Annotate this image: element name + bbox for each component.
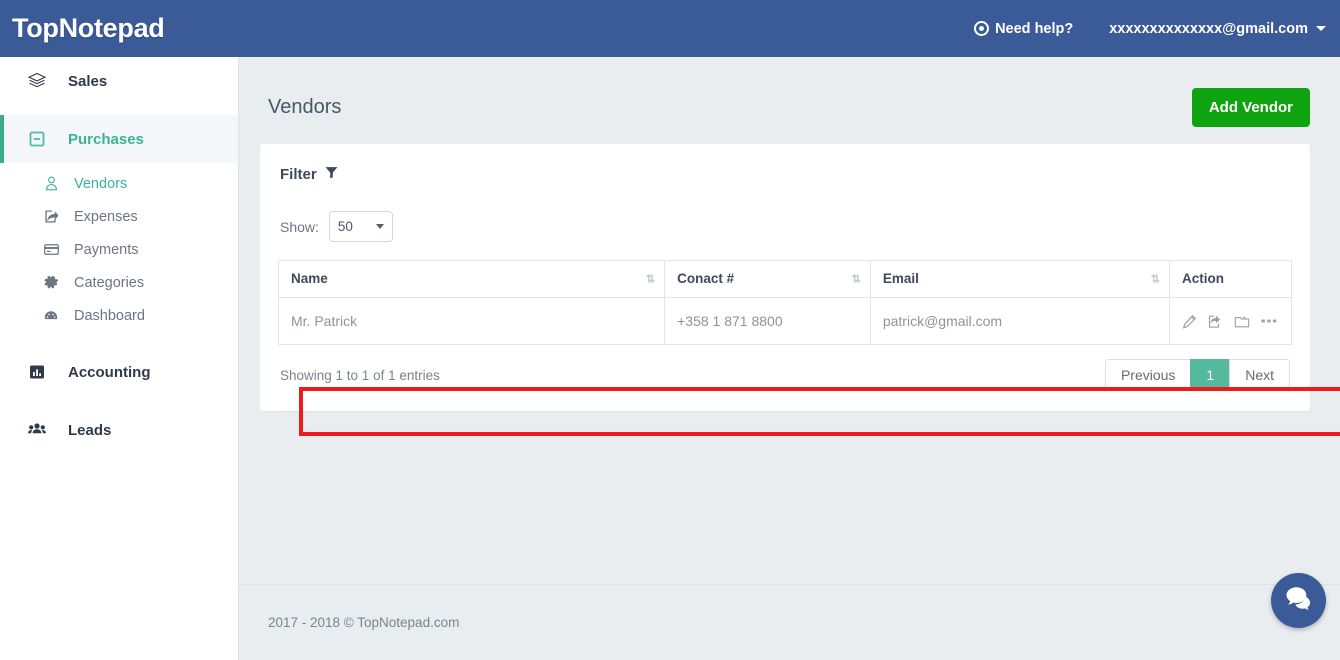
show-entries-row: Show: 50	[278, 211, 1292, 242]
sidebar-label-payments: Payments	[74, 242, 138, 258]
sidebar-label-purchases: Purchases	[68, 131, 144, 148]
sidebar-group-purchases: Purchases Vendors	[0, 115, 238, 338]
chat-bubbles-icon	[1284, 585, 1314, 616]
funnel-icon	[325, 166, 338, 183]
logo-text-top: Top	[12, 13, 59, 43]
column-label-contact: Conact #	[677, 271, 734, 286]
sidebar-item-payments[interactable]: Payments	[0, 233, 238, 266]
column-label-email: Email	[883, 271, 919, 286]
sidebar-label-accounting: Accounting	[68, 364, 151, 381]
cell-contact: +358 1 871 8800	[665, 298, 871, 345]
chevron-down-icon	[1316, 26, 1326, 31]
pagination-next[interactable]: Next	[1229, 359, 1290, 391]
sort-arrows-icon: ⇅	[646, 273, 654, 286]
sidebar-item-accounting[interactable]: Accounting	[0, 348, 238, 396]
credit-card-icon	[40, 241, 62, 258]
show-entries-select[interactable]: 50	[329, 211, 393, 242]
app-logo[interactable]: TopNotepad	[12, 13, 164, 44]
nav-spacer-2	[0, 338, 238, 348]
top-header-bar: TopNotepad Need help? xxxxxxxxxxxxxx@gma…	[0, 0, 1340, 57]
nav-spacer-1	[0, 105, 238, 115]
sidebar-label-sales: Sales	[68, 73, 107, 90]
main-content: Vendors Add Vendor Filter Show: 50 N	[239, 57, 1340, 660]
sidebar-label-leads: Leads	[68, 422, 111, 439]
user-email-label: xxxxxxxxxxxxxx@gmail.com	[1109, 21, 1308, 37]
sidebar-item-sales[interactable]: Sales	[0, 57, 238, 105]
gauge-icon	[40, 307, 62, 325]
column-label-action: Action	[1182, 271, 1224, 286]
show-label: Show:	[280, 219, 319, 235]
logo-text-notepad: Notepad	[59, 13, 165, 43]
lifebuoy-icon	[974, 21, 989, 36]
sidebar-item-vendors[interactable]: Vendors	[0, 167, 238, 200]
chevron-down-icon	[376, 224, 384, 229]
sidebar-label-expenses: Expenses	[74, 209, 138, 225]
pagination-page-1[interactable]: 1	[1190, 359, 1230, 391]
filter-label: Filter	[280, 166, 317, 183]
show-entries-value: 50	[338, 219, 353, 234]
page-footer: 2017 - 2018 © TopNotepad.com	[239, 584, 1340, 660]
sidebar-nav: Sales Purchases	[0, 57, 239, 660]
copyright-text: 2017 - 2018 © TopNotepad.com	[268, 615, 459, 630]
showing-entries-label: Showing 1 to 1 of 1 entries	[280, 368, 440, 383]
sidebar-label-categories: Categories	[74, 275, 144, 291]
vendor-user-icon	[40, 175, 62, 192]
column-header-contact[interactable]: Conact # ⇅	[665, 261, 871, 298]
vendors-table: Name ⇅ Conact # ⇅ Email ⇅ Action	[278, 260, 1292, 345]
need-help-label: Need help?	[995, 21, 1073, 37]
pagination-previous[interactable]: Previous	[1105, 359, 1191, 391]
more-ellipsis-icon[interactable]	[1261, 318, 1279, 324]
bar-chart-icon	[22, 363, 52, 381]
gear-icon	[40, 274, 62, 291]
row-action-group	[1182, 314, 1279, 329]
chat-widget-button[interactable]	[1271, 573, 1326, 628]
share-arrow-icon	[40, 208, 62, 225]
column-label-name: Name	[291, 271, 328, 286]
table-body: Mr. Patrick +358 1 871 8800 patrick@gmai…	[279, 298, 1292, 345]
sidebar-item-categories[interactable]: Categories	[0, 266, 238, 299]
folder-icon[interactable]	[1234, 314, 1250, 329]
user-account-menu[interactable]: xxxxxxxxxxxxxx@gmail.com	[1109, 21, 1326, 37]
header-right-group: Need help? xxxxxxxxxxxxxx@gmail.com	[974, 21, 1340, 37]
sort-arrows-icon: ⇅	[852, 273, 860, 286]
table-row[interactable]: Mr. Patrick +358 1 871 8800 patrick@gmai…	[279, 298, 1292, 345]
cell-email: patrick@gmail.com	[870, 298, 1169, 345]
table-header-row: Name ⇅ Conact # ⇅ Email ⇅ Action	[279, 261, 1292, 298]
sort-arrows-icon: ⇅	[1151, 273, 1159, 286]
page-header: Vendors Add Vendor	[239, 57, 1340, 131]
edit-pencil-icon[interactable]	[1182, 314, 1197, 329]
sidebar-item-leads[interactable]: Leads	[0, 406, 238, 454]
nav-spacer-3	[0, 396, 238, 406]
cell-name: Mr. Patrick	[279, 298, 665, 345]
table-footer: Showing 1 to 1 of 1 entries Previous 1 N…	[278, 359, 1292, 391]
people-icon	[22, 421, 52, 439]
filter-toggle[interactable]: Filter	[278, 166, 1292, 183]
need-help-button[interactable]: Need help?	[974, 21, 1073, 37]
sidebar-subnav-purchases: Vendors Expenses	[0, 163, 238, 338]
column-header-name[interactable]: Name ⇅	[279, 261, 665, 298]
vendors-card: Filter Show: 50 Name ⇅	[260, 144, 1310, 411]
sidebar-label-vendors: Vendors	[74, 176, 127, 192]
sidebar-item-purchases[interactable]: Purchases	[0, 115, 238, 163]
row-highlight-annotation	[299, 387, 1340, 436]
pagination-controls: Previous 1 Next	[1106, 359, 1290, 391]
layers-icon	[22, 71, 52, 91]
cell-actions	[1169, 298, 1291, 345]
sidebar-item-dashboard[interactable]: Dashboard	[0, 299, 238, 332]
minus-box-icon	[22, 130, 52, 148]
table-head: Name ⇅ Conact # ⇅ Email ⇅ Action	[279, 261, 1292, 298]
share-icon[interactable]	[1208, 314, 1223, 329]
sidebar-label-dashboard: Dashboard	[74, 308, 145, 324]
sidebar-group-accounting: Accounting	[0, 348, 238, 396]
sidebar-group-sales: Sales	[0, 57, 238, 105]
sidebar-group-leads: Leads	[0, 406, 238, 454]
column-header-email[interactable]: Email ⇅	[870, 261, 1169, 298]
sidebar-item-expenses[interactable]: Expenses	[0, 200, 238, 233]
add-vendor-button[interactable]: Add Vendor	[1192, 88, 1310, 127]
page-title: Vendors	[268, 96, 341, 119]
column-header-action: Action	[1169, 261, 1291, 298]
